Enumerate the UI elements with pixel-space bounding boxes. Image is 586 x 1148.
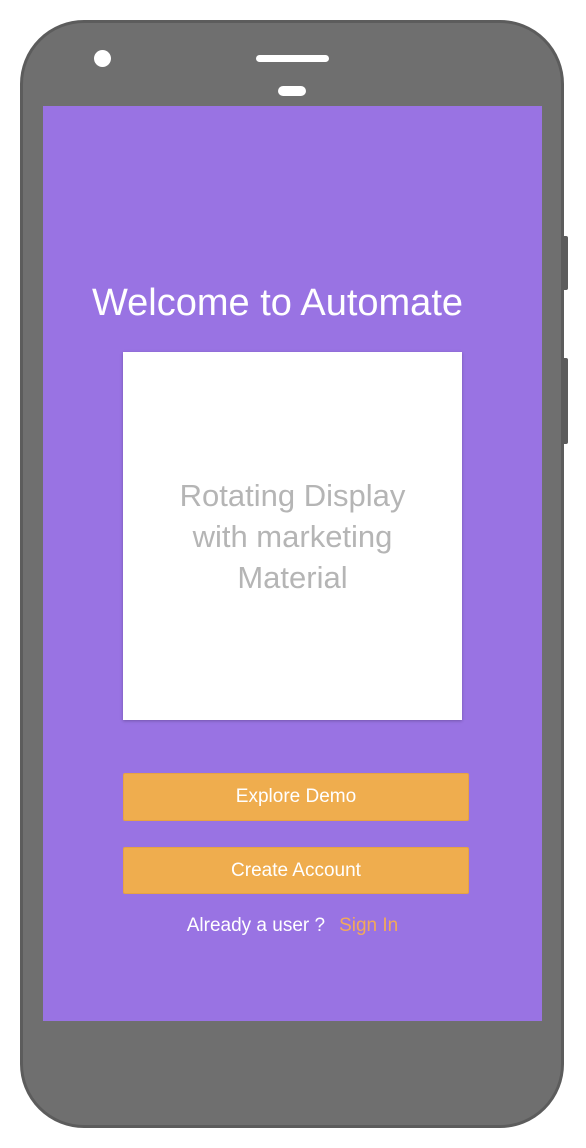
sign-in-link[interactable]: Sign In	[339, 915, 398, 936]
signin-row: Already a user ? Sign In	[43, 914, 542, 938]
volume-button	[563, 236, 568, 290]
app-screen: Welcome to Automate Rotating Display wit…	[43, 106, 542, 1021]
front-camera-icon	[94, 50, 111, 67]
marketing-placeholder-text: Rotating Display with marketing Material	[179, 477, 406, 595]
already-user-label: Already a user ?	[186, 915, 326, 936]
power-button	[563, 358, 568, 444]
marketing-carousel[interactable]: Rotating Display with marketing Material	[123, 352, 462, 720]
proximity-sensor-icon	[278, 86, 306, 96]
welcome-title: Welcome to Automate	[91, 282, 464, 324]
speaker-grille-icon	[256, 55, 329, 62]
create-account-button[interactable]: Create Account	[123, 847, 469, 894]
explore-demo-button[interactable]: Explore Demo	[123, 773, 469, 821]
